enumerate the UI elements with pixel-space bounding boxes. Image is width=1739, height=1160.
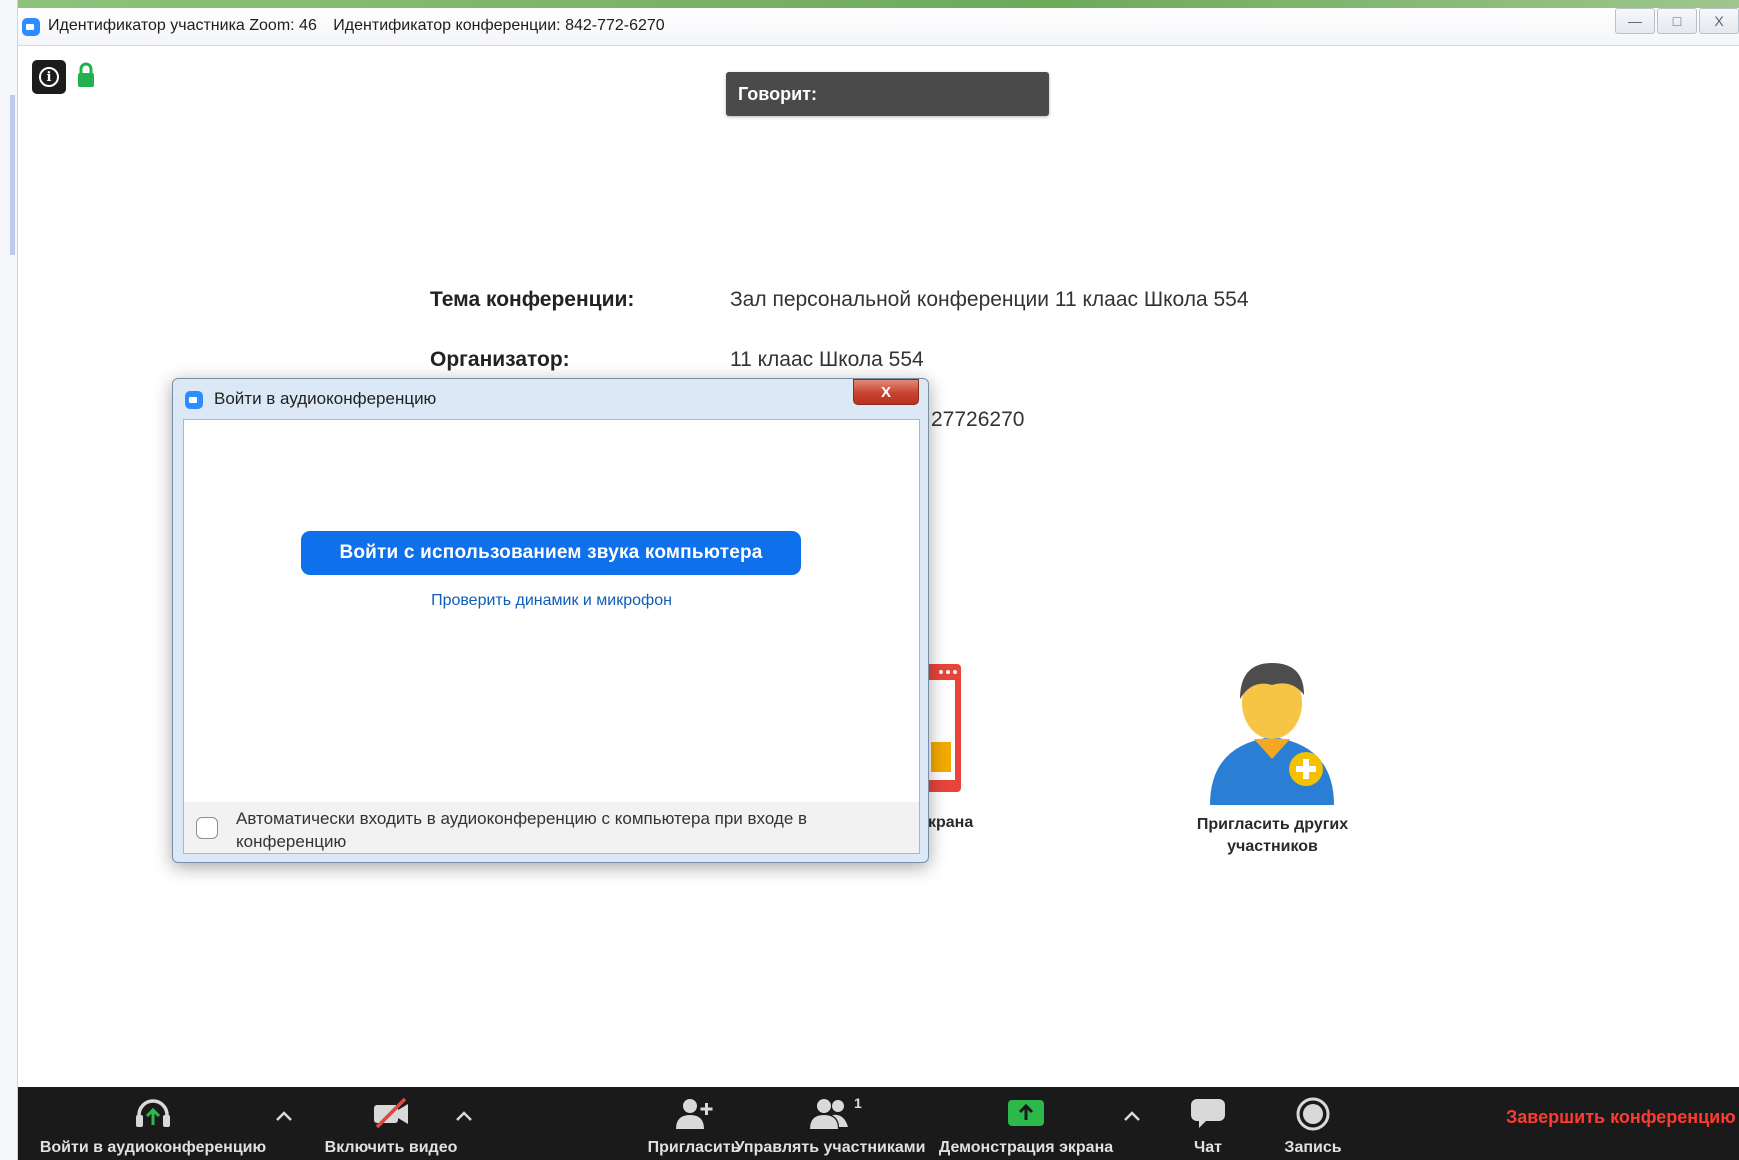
chat-icon [1191, 1099, 1225, 1128]
share-screen-label: Демонстрация экрана [938, 1139, 1114, 1156]
dialog-footer: Автоматически входить в аудиоконференцию… [184, 802, 919, 853]
share-options-chevron-up-icon[interactable] [1122, 1109, 1142, 1123]
audio-options-chevron-up-icon[interactable] [274, 1109, 294, 1123]
meeting-id-partial: 27726270 [931, 408, 1025, 431]
info-icon: i [39, 67, 59, 87]
conference-id-text: Идентификатор конференции: 842-772-6270 [333, 17, 665, 34]
participant-id-text: Идентификатор участника Zoom: 46 [48, 17, 317, 34]
manage-participants-label: Управлять участниками [734, 1139, 926, 1156]
speaking-indicator: Говорит: [726, 72, 1049, 116]
share-screen-icon [1008, 1100, 1044, 1126]
add-user-icon [676, 1099, 713, 1129]
headphones-icon [136, 1099, 170, 1127]
zoom-meeting-window: Идентификатор участника Zoom: 46 Идентиф… [0, 0, 1739, 1160]
auto-join-checkbox[interactable] [196, 817, 218, 839]
end-meeting-button[interactable]: Завершить конференцию [1506, 1107, 1739, 1137]
close-window-button[interactable]: X [1699, 8, 1739, 34]
invite-others-icon[interactable] [1204, 655, 1340, 805]
meeting-info-button[interactable]: i [32, 60, 66, 94]
record-label: Запись [1284, 1139, 1342, 1156]
title-bar: Идентификатор участника Zoom: 46 Идентиф… [18, 0, 1739, 46]
meeting-toolbar: Войти в аудиоконференцию Включить видео … [18, 1087, 1739, 1160]
host-value: 11 клаас Школа 554 [730, 348, 924, 371]
video-options-chevron-up-icon[interactable] [454, 1109, 474, 1123]
join-computer-audio-button[interactable]: Войти с использованием звука компьютера [301, 531, 801, 575]
manage-participants-button[interactable]: 1 Управлять участниками [730, 1087, 930, 1160]
host-label: Организатор: [430, 348, 570, 371]
topic-value: Зал персональной конференции 11 клаас Шк… [730, 288, 1249, 311]
window-title: Идентификатор участника Zoom: 46 Идентиф… [48, 17, 677, 35]
auto-join-label[interactable]: Автоматически входить в аудиоконференцию… [236, 807, 886, 853]
background-decoration [10, 95, 15, 255]
chat-label: Чат [1194, 1139, 1222, 1156]
participants-count: 1 [854, 1095, 862, 1111]
test-speaker-mic-link: Проверить динамик и микрофон [184, 592, 919, 610]
video-off-icon [374, 1097, 408, 1129]
window-top-border [18, 0, 1739, 8]
dialog-title-bar: Войти в аудиоконференцию X [173, 379, 928, 419]
share-screen-large-label: крана [928, 814, 974, 831]
join-audio-button[interactable]: Войти в аудиоконференцию [18, 1087, 288, 1160]
dialog-body: Войти с использованием звука компьютера … [183, 419, 920, 854]
dialog-close-button[interactable]: X [853, 379, 919, 405]
zoom-logo-icon [22, 18, 40, 36]
zoom-logo-icon [185, 391, 203, 409]
start-video-button[interactable]: Включить видео [306, 1087, 476, 1160]
start-video-label: Включить видео [324, 1139, 458, 1156]
join-audio-label: Войти в аудиоконференцию [39, 1139, 267, 1156]
lock-icon[interactable] [76, 62, 96, 88]
chat-button[interactable]: Чат [1163, 1087, 1253, 1160]
participants-icon [810, 1099, 848, 1129]
record-button[interactable]: Запись [1268, 1087, 1358, 1160]
test-speaker-mic-link-text[interactable]: Проверить динамик и микрофон [431, 592, 672, 609]
join-audio-dialog: Войти в аудиоконференцию X Войти с испол… [172, 378, 929, 863]
maximize-button[interactable]: □ [1657, 8, 1697, 34]
record-icon [1296, 1097, 1330, 1131]
share-screen-button[interactable]: Демонстрация экрана [926, 1087, 1126, 1160]
background-window-edge [0, 0, 18, 1160]
invite-others-label[interactable]: Пригласить других участников [1180, 814, 1365, 858]
dialog-title: Войти в аудиоконференцию [214, 389, 437, 408]
window-controls: — □ X [1615, 8, 1739, 38]
minimize-button[interactable]: — [1615, 8, 1655, 34]
topic-label: Тема конференции: [430, 288, 635, 311]
